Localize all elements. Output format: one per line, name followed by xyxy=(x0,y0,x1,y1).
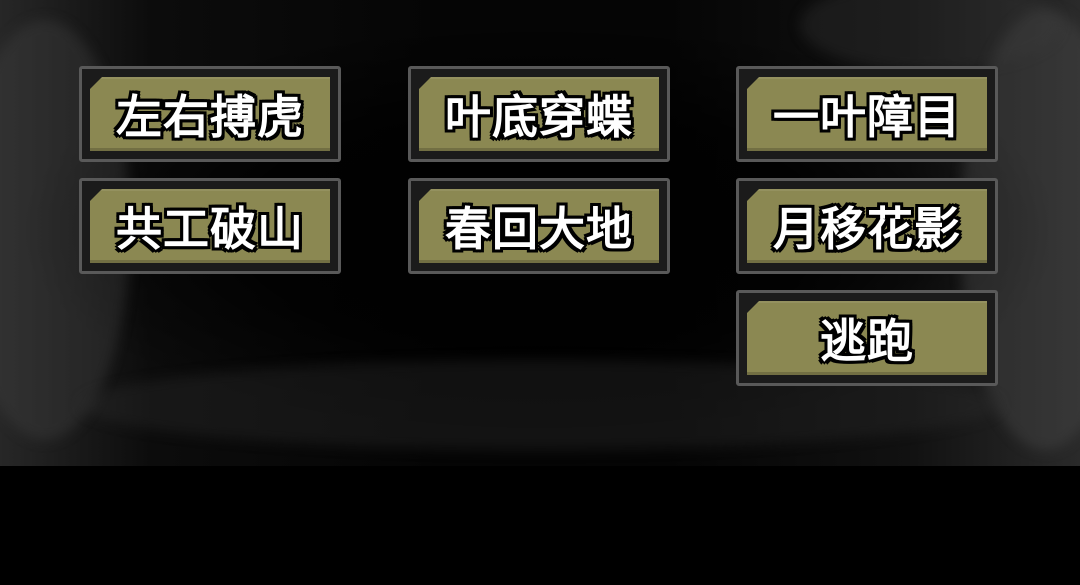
skill-label: 月移花影 xyxy=(773,202,961,256)
skill-label: 一叶障目 xyxy=(773,90,961,144)
skill-panel: 左右搏虎 叶底穿蝶 一叶障目 共工破山 春回大地 月移花影 逃跑 xyxy=(0,0,1080,466)
skill-button-yiyezhangmu[interactable]: 一叶障目 xyxy=(736,66,998,162)
skill-label: 共工破山 xyxy=(116,202,304,256)
escape-button[interactable]: 逃跑 xyxy=(736,290,998,386)
battle-scene: 左右搏虎 叶底穿蝶 一叶障目 共工破山 春回大地 月移花影 逃跑 xyxy=(0,0,1080,585)
skill-button-yueyihuaying[interactable]: 月移花影 xyxy=(736,178,998,274)
skill-button-zuoyoubohu[interactable]: 左右搏虎 xyxy=(79,66,341,162)
bottom-bar xyxy=(0,466,1080,585)
escape-label: 逃跑 xyxy=(820,314,914,368)
skill-label: 春回大地 xyxy=(445,202,633,256)
skill-button-gonggongposhan[interactable]: 共工破山 xyxy=(79,178,341,274)
skill-label: 左右搏虎 xyxy=(116,90,304,144)
skill-label: 叶底穿蝶 xyxy=(445,90,633,144)
skill-button-yedichuandie[interactable]: 叶底穿蝶 xyxy=(408,66,670,162)
skill-button-chunhuidadi[interactable]: 春回大地 xyxy=(408,178,670,274)
